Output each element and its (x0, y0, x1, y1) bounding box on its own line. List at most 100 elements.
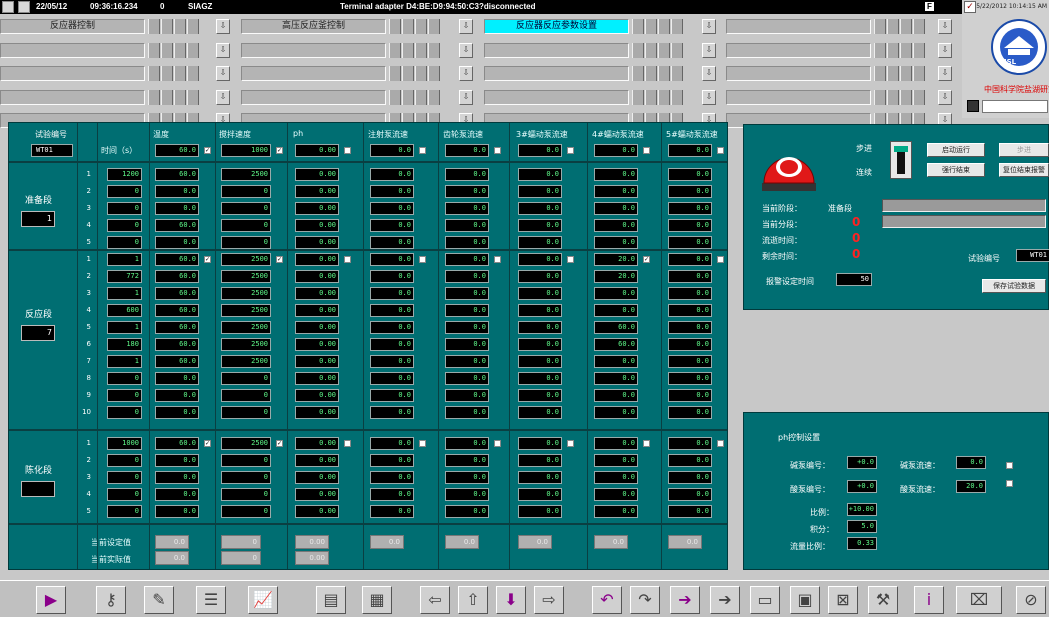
param-field[interactable]: 0.00 (295, 219, 339, 232)
time-field[interactable]: 0 (107, 185, 142, 198)
window-icon[interactable]: ▭ (750, 586, 780, 614)
param-field[interactable]: 0 (221, 185, 271, 198)
param-field[interactable]: 0 (221, 219, 271, 232)
param-field[interactable]: 0.0 (370, 372, 414, 385)
param-field[interactable]: 0.0 (370, 505, 414, 518)
param-enable-checkbox[interactable] (717, 256, 724, 263)
param-field[interactable]: 0.0 (594, 437, 638, 450)
param-field[interactable]: 0.0 (445, 321, 489, 334)
param-field[interactable]: 0.0 (370, 287, 414, 300)
param-field[interactable]: 0.0 (668, 471, 712, 484)
param-field[interactable]: 0.0 (518, 321, 562, 334)
nav-dropdown-icon[interactable]: ⇩ (459, 43, 473, 58)
flow-ratio-field[interactable]: 0.33 (847, 537, 877, 550)
exit-icon[interactable]: ⌧ (956, 586, 1002, 614)
nav-dropdown-icon[interactable]: ⇩ (459, 19, 473, 34)
param-field[interactable]: 0.0 (594, 406, 638, 419)
column-enable-checkbox[interactable] (643, 147, 650, 154)
column-default-field[interactable]: 0.0 (594, 144, 638, 157)
acid-enable-checkbox[interactable] (1006, 480, 1013, 487)
param-field[interactable]: 0.0 (370, 236, 414, 249)
param-field[interactable]: 0.00 (295, 270, 339, 283)
param-field[interactable]: 0.00 (295, 372, 339, 385)
column-enable-checkbox[interactable] (419, 147, 426, 154)
param-field[interactable]: 0.0 (155, 505, 199, 518)
acid-flow-field[interactable]: 20.0 (956, 480, 986, 493)
param-field[interactable]: 0.0 (445, 454, 489, 467)
time-field[interactable]: 0 (107, 471, 142, 484)
param-field[interactable]: 0.0 (445, 185, 489, 198)
param-field[interactable]: 0.0 (518, 355, 562, 368)
nav-tab[interactable] (0, 43, 145, 58)
alkali-enable-checkbox[interactable] (1006, 462, 1013, 469)
time-field[interactable]: 1 (107, 287, 142, 300)
param-field[interactable]: 0.0 (668, 270, 712, 283)
nav-dropdown-icon[interactable]: ⇩ (216, 43, 230, 58)
column-default-field[interactable]: 0.00 (295, 144, 339, 157)
param-field[interactable]: 0.0 (668, 219, 712, 232)
param-field[interactable]: 0.0 (518, 372, 562, 385)
column-default-field[interactable]: 0.0 (518, 144, 562, 157)
start-run-button[interactable]: 启动运行 (927, 143, 985, 157)
param-enable-checkbox[interactable] (567, 440, 574, 447)
param-field[interactable]: 0.0 (445, 406, 489, 419)
alarm-time-field[interactable]: 50 (836, 273, 872, 286)
param-field[interactable]: 0.0 (594, 389, 638, 402)
key-icon[interactable]: ⚷ (96, 586, 126, 614)
time-field[interactable]: 0 (107, 454, 142, 467)
param-field[interactable]: 0.00 (295, 406, 339, 419)
redo-icon[interactable]: ↷ (630, 586, 660, 614)
param-field[interactable]: 0.0 (518, 471, 562, 484)
window2-icon[interactable]: ▣ (790, 586, 820, 614)
time-field[interactable]: 1 (107, 355, 142, 368)
nav-dropdown-icon[interactable]: ⇩ (459, 90, 473, 105)
param-field[interactable]: 0.0 (155, 372, 199, 385)
time-field[interactable]: 180 (107, 338, 142, 351)
printer-icon[interactable] (18, 1, 30, 13)
param-field[interactable]: 0.0 (370, 321, 414, 334)
column-enable-checkbox[interactable] (717, 147, 724, 154)
param-field[interactable]: 0.0 (594, 202, 638, 215)
column-enable-checkbox[interactable]: ✓ (204, 147, 211, 154)
param-field[interactable]: 0.0 (594, 454, 638, 467)
undo-icon[interactable]: ↶ (592, 586, 622, 614)
time-field[interactable]: 0 (107, 236, 142, 249)
param-field[interactable]: 0.0 (668, 355, 712, 368)
param-field[interactable]: 0.0 (370, 304, 414, 317)
document-list-icon[interactable]: ☰ (196, 586, 226, 614)
param-field[interactable]: 2500 (221, 355, 271, 368)
section-count-field[interactable] (21, 481, 55, 497)
time-field[interactable]: 600 (107, 304, 142, 317)
param-field[interactable]: 0.0 (445, 372, 489, 385)
param-field[interactable]: 0.0 (518, 304, 562, 317)
param-enable-checkbox[interactable] (494, 256, 501, 263)
column-enable-checkbox[interactable]: ✓ (276, 147, 283, 154)
param-field[interactable]: 0.0 (594, 185, 638, 198)
play-icon[interactable]: ▶ (36, 586, 66, 614)
column-enable-checkbox[interactable] (567, 147, 574, 154)
nav-dropdown-icon[interactable]: ⇩ (702, 19, 716, 34)
nav-tab[interactable] (484, 43, 629, 58)
param-field[interactable]: 0.00 (295, 454, 339, 467)
nav-tab[interactable] (726, 90, 871, 105)
param-field[interactable]: 60.0 (155, 287, 199, 300)
param-field[interactable]: 0.0 (445, 202, 489, 215)
param-field[interactable]: 0 (221, 372, 271, 385)
param-field[interactable]: 0.0 (445, 270, 489, 283)
param-field[interactable]: 0.0 (594, 168, 638, 181)
nav-dropdown-icon[interactable]: ⇩ (702, 43, 716, 58)
time-field[interactable]: 0 (107, 219, 142, 232)
param-field[interactable]: 0.0 (594, 355, 638, 368)
param-field[interactable]: 0.00 (295, 338, 339, 351)
force-stop-button[interactable]: 强行结束 (927, 163, 985, 177)
param-field[interactable]: 20.0 (594, 253, 638, 266)
nav-dropdown-icon[interactable]: ⇩ (938, 43, 952, 58)
param-field[interactable]: 0.00 (295, 202, 339, 215)
param-field[interactable]: 0.0 (370, 437, 414, 450)
param-field[interactable]: 0.00 (295, 304, 339, 317)
param-field[interactable]: 2500 (221, 304, 271, 317)
param-field[interactable]: 0.0 (445, 338, 489, 351)
command-input[interactable] (982, 100, 1048, 113)
nav-dropdown-icon[interactable]: ⇩ (216, 90, 230, 105)
param-enable-checkbox[interactable]: ✓ (204, 440, 211, 447)
